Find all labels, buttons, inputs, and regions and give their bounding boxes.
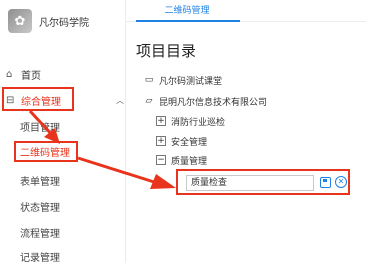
expand-icon[interactable]: +: [156, 116, 166, 126]
sidebar-item-label: 首页: [21, 70, 41, 82]
sidebar-item-status[interactable]: 状态管理: [20, 197, 60, 215]
tree-node[interactable]: ▱ 昆明凡尔信息技术有限公司: [144, 94, 267, 108]
active-tab-indicator: [136, 20, 240, 22]
node-name-input[interactable]: 质量检查: [186, 175, 314, 191]
highlight-box: [14, 141, 78, 162]
folder-icon: ▭: [144, 75, 154, 85]
tree-node[interactable]: − 质量管理: [156, 153, 207, 167]
tree-node-label: 凡尔码测试课堂: [159, 76, 223, 87]
sidebar-item-flow[interactable]: 流程管理: [20, 223, 60, 241]
sidebar-item-project[interactable]: 项目管理: [20, 117, 60, 135]
chevron-up-icon: ︿: [116, 95, 124, 105]
tree-node-label: 昆明凡尔信息技术有限公司: [159, 97, 268, 108]
home-icon: ⌂: [6, 68, 13, 80]
highlight-box: [2, 87, 74, 111]
brand[interactable]: ✿ 凡尔码学院: [8, 8, 89, 34]
tree-node[interactable]: + 安全管理: [156, 134, 207, 148]
sidebar-item-record[interactable]: 记录管理: [20, 247, 60, 263]
tab-qrcode[interactable]: 二维码管理: [148, 4, 226, 20]
expand-icon[interactable]: +: [156, 136, 166, 146]
sidebar-item-form[interactable]: 表单管理: [20, 171, 60, 189]
tree-node[interactable]: ▭ 凡尔码测试课堂: [144, 73, 222, 87]
tree-node-label: 消防行业巡检: [171, 117, 226, 128]
sidebar: ✿ 凡尔码学院 ⌂ 首页 ⊟ 综合管理 ︿ 项目管理 二维码管理 表单管理 状态…: [0, 0, 126, 263]
sidebar-item-home[interactable]: ⌂ 首页: [0, 63, 126, 85]
close-icon[interactable]: ✕: [335, 176, 347, 188]
folder-open-icon: ▱: [145, 96, 153, 106]
collapse-icon[interactable]: −: [156, 155, 166, 165]
tree-node[interactable]: + 消防行业巡检: [156, 114, 225, 128]
logo-icon: ✿: [8, 9, 32, 33]
tree-node-label: 质量管理: [171, 156, 208, 167]
page-title: 项目目录: [136, 42, 197, 60]
inline-edit-box: 质量检查 ✕: [176, 169, 350, 195]
tree-node-label: 安全管理: [171, 137, 208, 148]
brand-name: 凡尔码学院: [39, 17, 89, 29]
save-icon[interactable]: [320, 177, 331, 188]
